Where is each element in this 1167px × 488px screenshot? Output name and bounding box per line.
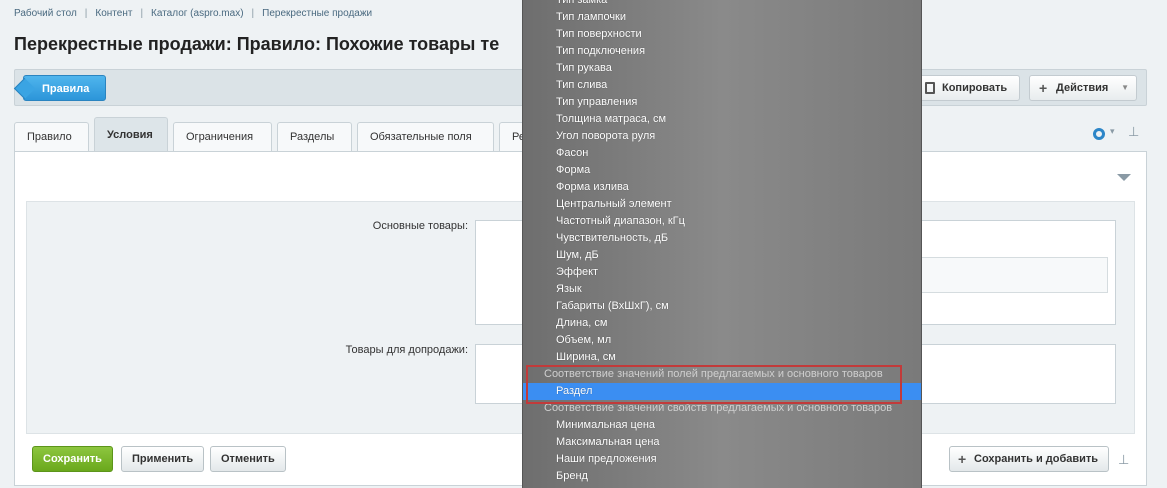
- tab-required-fields[interactable]: Обязательные поля: [357, 122, 494, 152]
- dropdown-option[interactable]: Тип слива: [523, 77, 921, 94]
- actions-button-label: Действия: [1056, 82, 1109, 94]
- upsell-products-label: Товары для допродажи:: [345, 344, 468, 356]
- dropdown-option[interactable]: Частотный диапазон, кГц: [523, 213, 921, 230]
- breadcrumb-separator: |: [251, 8, 255, 19]
- dropdown-option[interactable]: Форма: [523, 162, 921, 179]
- dropdown-option[interactable]: Габариты (ВхШхГ), см: [523, 298, 921, 315]
- copy-icon: [925, 82, 935, 94]
- breadcrumb-item[interactable]: Рабочий стол: [14, 8, 77, 19]
- pin-icon[interactable]: ⊥: [1128, 124, 1139, 140]
- apply-button[interactable]: Применить: [121, 446, 205, 472]
- dropdown-option[interactable]: Эффект: [523, 264, 921, 281]
- main-products-label: Основные товары:: [372, 220, 468, 232]
- tab-conditions[interactable]: Условия: [94, 117, 168, 153]
- main-products-subfield[interactable]: [916, 257, 1108, 293]
- actions-button[interactable]: + Действия ▼: [1029, 75, 1137, 101]
- plus-icon: +: [1039, 80, 1048, 96]
- save-and-add-label: Сохранить и добавить: [974, 453, 1099, 465]
- dropdown-option[interactable]: Шум, дБ: [523, 247, 921, 264]
- dropdown-option[interactable]: Тип лампочки: [523, 9, 921, 26]
- page-title: Перекрестные продажи: Правило: Похожие т…: [14, 34, 500, 54]
- dropdown-group-header-properties: Соответствие значений свойств предлагаем…: [544, 402, 893, 414]
- breadcrumb: Рабочий стол | Контент | Каталог (aspro.max)…: [14, 8, 372, 19]
- breadcrumb-item[interactable]: Контент: [95, 8, 132, 19]
- tab-rule[interactable]: Правило: [14, 122, 89, 152]
- dropdown-option[interactable]: Чувствительность, дБ: [523, 230, 921, 247]
- dropdown-option[interactable]: Толщина матраса, см: [523, 111, 921, 128]
- dropdown-option[interactable]: Длина, см: [523, 315, 921, 332]
- breadcrumb-separator: |: [140, 8, 144, 19]
- pin-icon[interactable]: ⊥: [1118, 452, 1129, 468]
- tab-sections[interactable]: Разделы: [277, 122, 352, 152]
- collapse-icon[interactable]: [1117, 174, 1131, 181]
- dropdown-option[interactable]: Объем, мл: [523, 332, 921, 349]
- settings-chevron-down-icon[interactable]: ▾: [1110, 126, 1115, 137]
- dropdown-option[interactable]: Тип подключения: [523, 43, 921, 60]
- save-and-add-button[interactable]: + Сохранить и добавить: [949, 446, 1110, 472]
- plus-icon: +: [958, 451, 967, 467]
- dropdown-option[interactable]: Наши предложения: [523, 451, 921, 468]
- dropdown-option[interactable]: Тип управления: [523, 94, 921, 111]
- rules-button[interactable]: Правила: [23, 75, 107, 101]
- dropdown-option[interactable]: Угол поворота руля: [523, 128, 921, 145]
- dropdown-option[interactable]: Минимальная цена: [523, 417, 921, 434]
- breadcrumb-item[interactable]: Каталог (aspro.max): [151, 8, 243, 19]
- condition-dropdown-list[interactable]: Тип замка Тип лампочки Тип поверхности Т…: [522, 0, 922, 488]
- copy-button-label: Копировать: [942, 82, 1008, 94]
- cancel-button[interactable]: Отменить: [210, 446, 286, 472]
- save-button[interactable]: Сохранить: [32, 446, 113, 472]
- chevron-down-icon: ▼: [1121, 83, 1129, 92]
- settings-gear-icon[interactable]: [1093, 128, 1105, 140]
- breadcrumb-item[interactable]: Перекрестные продажи: [262, 8, 372, 19]
- dropdown-group-header-fields: Соответствие значений полей предлагаемых…: [544, 368, 883, 380]
- dropdown-option-selected[interactable]: Раздел: [523, 383, 921, 400]
- dropdown-option[interactable]: Центральный элемент: [523, 196, 921, 213]
- dropdown-option[interactable]: Тип рукава: [523, 60, 921, 77]
- dropdown-option[interactable]: Язык: [523, 281, 921, 298]
- dropdown-option[interactable]: Форма излива: [523, 179, 921, 196]
- dropdown-option[interactable]: Тип замка: [523, 0, 921, 9]
- dropdown-option[interactable]: Максимальная цена: [523, 434, 921, 451]
- dropdown-option[interactable]: Тип поверхности: [523, 26, 921, 43]
- dropdown-option[interactable]: Бренд: [523, 468, 921, 485]
- dropdown-option[interactable]: Фасон: [523, 145, 921, 162]
- copy-button[interactable]: Копировать: [917, 75, 1020, 101]
- tab-restrictions[interactable]: Ограничения: [173, 122, 272, 152]
- dropdown-option[interactable]: Ширина, см: [523, 349, 921, 366]
- breadcrumb-separator: |: [84, 8, 88, 19]
